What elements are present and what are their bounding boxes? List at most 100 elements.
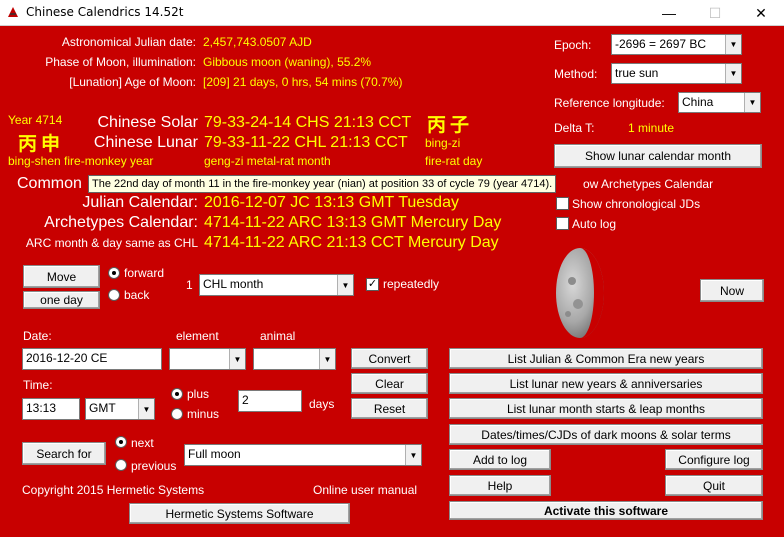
title-bar: Chinese Calendrics 14.52t — ☐ ✕	[0, 0, 784, 26]
days-label: days	[309, 397, 335, 411]
method-value: true sun	[615, 66, 659, 80]
lunar-label: Chinese Lunar	[93, 134, 198, 151]
solar-label: Chinese Solar	[97, 114, 199, 131]
chevron-down-icon: ▼	[725, 35, 741, 54]
app-icon	[8, 7, 18, 17]
tooltip: The 22nd day of month 11 in the fire-mon…	[88, 175, 557, 193]
chevron-down-icon: ▼	[138, 399, 154, 419]
minus-radio[interactable]	[171, 408, 183, 420]
year-chars: 丙申	[18, 133, 65, 155]
reset-button[interactable]: Reset	[351, 398, 428, 419]
previous-radio[interactable]	[115, 459, 127, 471]
dark-moons-button[interactable]: Dates/times/CJDs of dark moons & solar t…	[449, 424, 763, 445]
date-input[interactable]: 2016-12-20 CE	[22, 348, 162, 370]
epoch-label: Epoch:	[554, 38, 592, 52]
minus-label: minus	[187, 407, 220, 421]
moon-phase-image	[556, 248, 604, 338]
chrono-jds-checkbox[interactable]	[556, 197, 569, 210]
back-radio[interactable]	[108, 289, 120, 301]
day-romanized: bing-zi	[425, 136, 461, 150]
help-button[interactable]: Help	[449, 475, 551, 496]
next-label: next	[131, 436, 154, 450]
delta-label: Delta T:	[554, 121, 595, 135]
repeatedly-checkbox[interactable]: ✓	[366, 278, 379, 291]
activate-button[interactable]: Activate this software	[449, 501, 763, 520]
arc-chl-value: 4714-11-22 ARC 21:13 CCT Mercury Day	[204, 234, 499, 251]
back-label: back	[124, 288, 150, 302]
days-input[interactable]: 2	[238, 390, 302, 412]
common-label: Common	[17, 175, 82, 192]
move-unit-select[interactable]: CHL month ▼	[199, 274, 354, 296]
year-label: Year 4714	[8, 113, 63, 127]
year-pinyin: bing-shen fire-monkey year	[8, 154, 154, 168]
chevron-down-icon: ▼	[405, 445, 421, 465]
solar-value: 79-33-24-14 CHS 21:13 CCT	[204, 114, 412, 131]
epoch-select[interactable]: -2696 = 2697 BC ▼	[611, 34, 742, 55]
forward-radio[interactable]	[108, 267, 120, 279]
move-unit-value: CHL month	[203, 277, 264, 291]
month-pinyin: geng-zi metal-rat month	[204, 154, 331, 168]
show-lunar-month-button[interactable]: Show lunar calendar month	[554, 144, 762, 168]
move-count: 1	[186, 278, 193, 292]
chevron-down-icon: ▼	[229, 349, 245, 369]
julian-value: 2016-12-07 JC 13:13 GMT Tuesday	[204, 194, 459, 211]
hermetic-software-button[interactable]: Hermetic Systems Software	[129, 503, 350, 524]
age-label: [Lunation] Age of Moon:	[69, 75, 196, 89]
search-target-value: Full moon	[188, 447, 241, 461]
move-button[interactable]: Move	[23, 265, 100, 288]
timezone-select[interactable]: GMT ▼	[85, 398, 155, 420]
moon-label: Phase of Moon, illumination:	[45, 55, 196, 69]
search-for-button[interactable]: Search for	[22, 442, 106, 465]
day-chars: 丙子	[427, 114, 474, 136]
archetypes-value: 4714-11-22 ARC 13:13 GMT Mercury Day	[204, 214, 502, 231]
plus-label: plus	[187, 387, 210, 401]
repeatedly-label: repeatedly	[383, 277, 440, 291]
forward-label: forward	[124, 266, 165, 280]
jd-value: 2,457,743.0507 AJD	[203, 35, 312, 49]
chevron-down-icon: ▼	[319, 349, 335, 369]
clear-button[interactable]: Clear	[351, 373, 428, 394]
quit-button[interactable]: Quit	[665, 475, 763, 496]
list-lunar-month-starts-button[interactable]: List lunar month starts & leap months	[449, 398, 763, 419]
add-to-log-button[interactable]: Add to log	[449, 449, 551, 470]
app-window: Chinese Calendrics 14.52t — ☐ ✕ Astronom…	[0, 0, 784, 537]
reflong-select[interactable]: China ▼	[678, 92, 761, 113]
time-input[interactable]: 13:13	[22, 398, 80, 420]
chevron-down-icon: ▼	[725, 64, 741, 83]
next-radio[interactable]	[115, 436, 127, 448]
list-lunar-new-years-button[interactable]: List lunar new years & anniversaries	[449, 373, 763, 394]
epoch-value: -2696 = 2697 BC	[615, 37, 707, 51]
jd-label: Astronomical Julian date:	[61, 35, 196, 49]
timezone-value: GMT	[89, 401, 116, 415]
archetypes-calendar-checkbox-label[interactable]: ow Archetypes Calendar	[583, 177, 713, 191]
animal-label: animal	[260, 329, 296, 343]
search-target-select[interactable]: Full moon ▼	[184, 444, 422, 466]
element-label: element	[176, 329, 219, 343]
auto-log-label: Auto log	[572, 217, 617, 231]
auto-log-checkbox[interactable]	[556, 217, 569, 230]
method-select[interactable]: true sun ▼	[611, 63, 742, 84]
one-day-button[interactable]: one day	[23, 291, 100, 309]
arc-chl-label: ARC month & day same as CHL	[25, 236, 198, 250]
date-label: Date:	[23, 329, 52, 343]
close-button[interactable]: ✕	[738, 0, 784, 26]
now-button[interactable]: Now	[700, 279, 764, 302]
previous-label: previous	[131, 459, 177, 473]
element-select[interactable]: ▼	[169, 348, 246, 370]
plus-radio[interactable]	[171, 388, 183, 400]
window-title: Chinese Calendrics 14.52t	[26, 5, 184, 19]
method-label: Method:	[554, 67, 598, 81]
day-pinyin: fire-rat day	[425, 154, 483, 168]
list-julian-common-button[interactable]: List Julian & Common Era new years	[449, 348, 763, 369]
age-value: [209] 21 days, 0 hrs, 54 mins (70.7%)	[203, 75, 403, 89]
moon-value: Gibbous moon (waning), 55.2%	[203, 55, 372, 69]
convert-button[interactable]: Convert	[351, 348, 428, 369]
delta-value: 1 minute	[628, 121, 675, 135]
configure-log-button[interactable]: Configure log	[665, 449, 763, 470]
maximize-button[interactable]: ☐	[692, 0, 738, 26]
animal-select[interactable]: ▼	[253, 348, 336, 370]
copyright-text: Copyright 2015 Hermetic Systems	[22, 483, 205, 497]
minimize-button[interactable]: —	[646, 0, 692, 26]
online-manual-link[interactable]: Online user manual	[313, 483, 417, 497]
chrono-jds-label: Show chronological JDs	[572, 197, 701, 211]
